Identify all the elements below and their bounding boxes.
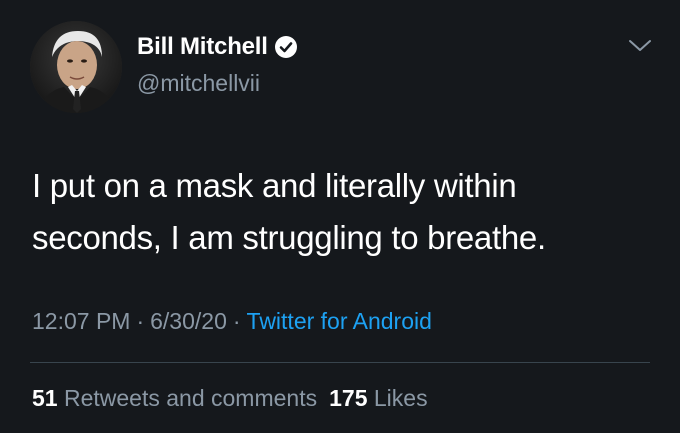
author-row: Bill Mitchell: [137, 33, 298, 61]
tweet-source-link[interactable]: Twitter for Android: [247, 308, 432, 334]
tweet-date[interactable]: 6/30/20: [150, 308, 227, 334]
chevron-down-icon[interactable]: [627, 38, 653, 54]
tweet-time[interactable]: 12:07 PM: [32, 308, 130, 334]
retweets-count: 51: [32, 385, 58, 411]
tweet-text: I put on a mask and literally within sec…: [32, 167, 546, 256]
tweet-stats: 51 Retweets and comments 175 Likes: [32, 385, 428, 412]
display-name[interactable]: Bill Mitchell: [137, 33, 268, 61]
verified-badge-icon: [274, 35, 298, 59]
retweets-stat[interactable]: 51 Retweets and comments: [32, 385, 317, 411]
meta-separator: ·: [136, 308, 145, 334]
divider: [30, 362, 650, 363]
user-handle[interactable]: @mitchellvii: [137, 70, 260, 97]
likes-stat[interactable]: 175 Likes: [329, 385, 427, 411]
likes-label: Likes: [373, 385, 428, 411]
avatar[interactable]: [30, 21, 122, 113]
retweets-label: Retweets and comments: [63, 385, 318, 411]
avatar-image: [30, 21, 122, 113]
tweet-meta: 12:07 PM · 6/30/20 · Twitter for Android: [32, 308, 432, 335]
meta-separator-2: ·: [232, 308, 241, 334]
tweet-card: Bill Mitchell @mitchellvii I put on a ma…: [0, 0, 680, 433]
likes-count: 175: [329, 385, 368, 411]
